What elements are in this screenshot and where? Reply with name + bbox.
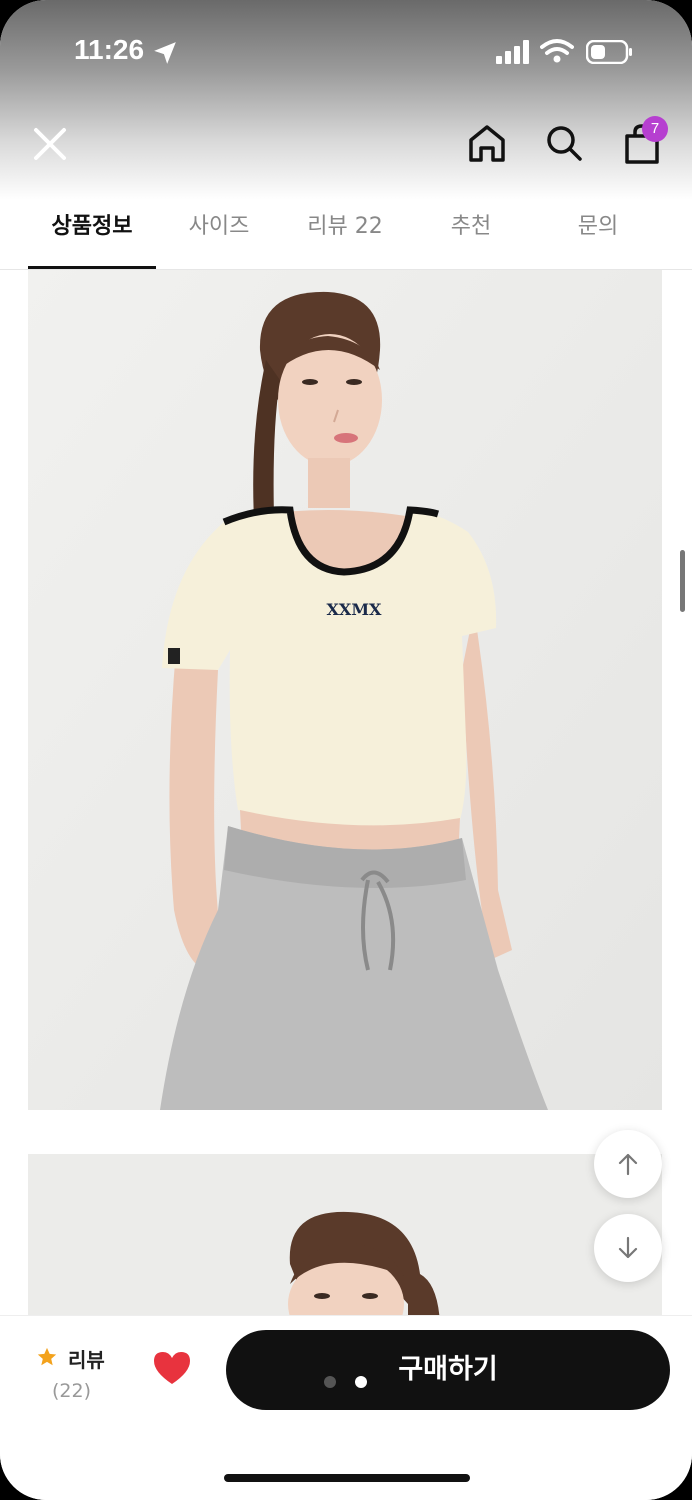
close-icon[interactable] — [28, 122, 72, 166]
product-photo: XXMX — [28, 270, 662, 1110]
search-icon[interactable] — [544, 122, 584, 166]
status-bar: 11:26 — [0, 0, 692, 100]
review-summary[interactable]: 리뷰 (22) — [36, 1344, 136, 1414]
product-tabs: 상품정보 사이즈 리뷰 22 추천 문의 — [0, 200, 692, 270]
home-icon[interactable] — [466, 122, 508, 166]
review-count: (22) — [52, 1380, 92, 1402]
scroll-bottom-button[interactable] — [594, 1214, 662, 1282]
arrow-up-icon — [618, 1153, 638, 1176]
active-tab-indicator — [28, 266, 156, 269]
tab-size[interactable]: 사이즈 — [156, 212, 282, 256]
arrow-down-icon — [618, 1236, 638, 1259]
tab-reviews[interactable]: 리뷰 22 — [282, 212, 408, 256]
scrollbar[interactable] — [680, 550, 685, 612]
cellular-signal-icon — [496, 40, 529, 64]
wifi-icon — [540, 39, 574, 63]
buy-button[interactable]: 구매하기 — [226, 1330, 670, 1410]
product-photo-2 — [28, 1154, 662, 1315]
product-detail-content: XXMX — [0, 270, 692, 1315]
battery-icon — [586, 40, 632, 64]
review-label: 리뷰 — [68, 1348, 105, 1372]
top-nav — [0, 110, 692, 180]
home-indicator — [224, 1474, 470, 1482]
page-dot — [324, 1376, 336, 1388]
scroll-top-button[interactable] — [594, 1130, 662, 1198]
tab-inquiry[interactable]: 문의 — [534, 212, 662, 256]
heart-icon[interactable] — [152, 1350, 192, 1386]
tab-product-info[interactable]: 상품정보 — [28, 212, 156, 256]
bottom-action-bar: 리뷰 (22) 구매하기 — [0, 1315, 692, 1500]
cart-count-badge: 7 — [642, 116, 668, 142]
shirt-print-text: XXMX — [327, 600, 383, 619]
page-dot-active — [355, 1376, 367, 1388]
model-illustration: XXMX — [28, 270, 662, 1110]
location-arrow-icon — [154, 42, 176, 64]
star-icon — [37, 1347, 57, 1366]
tab-recommend[interactable]: 추천 — [408, 212, 534, 256]
app-screen: 11:26 7 상품정보 사이즈 리뷰 22 추천 문의 XXMX 리뷰 (22… — [0, 0, 692, 1500]
status-time: 11:26 — [74, 34, 145, 65]
model-illustration-2 — [28, 1154, 662, 1315]
